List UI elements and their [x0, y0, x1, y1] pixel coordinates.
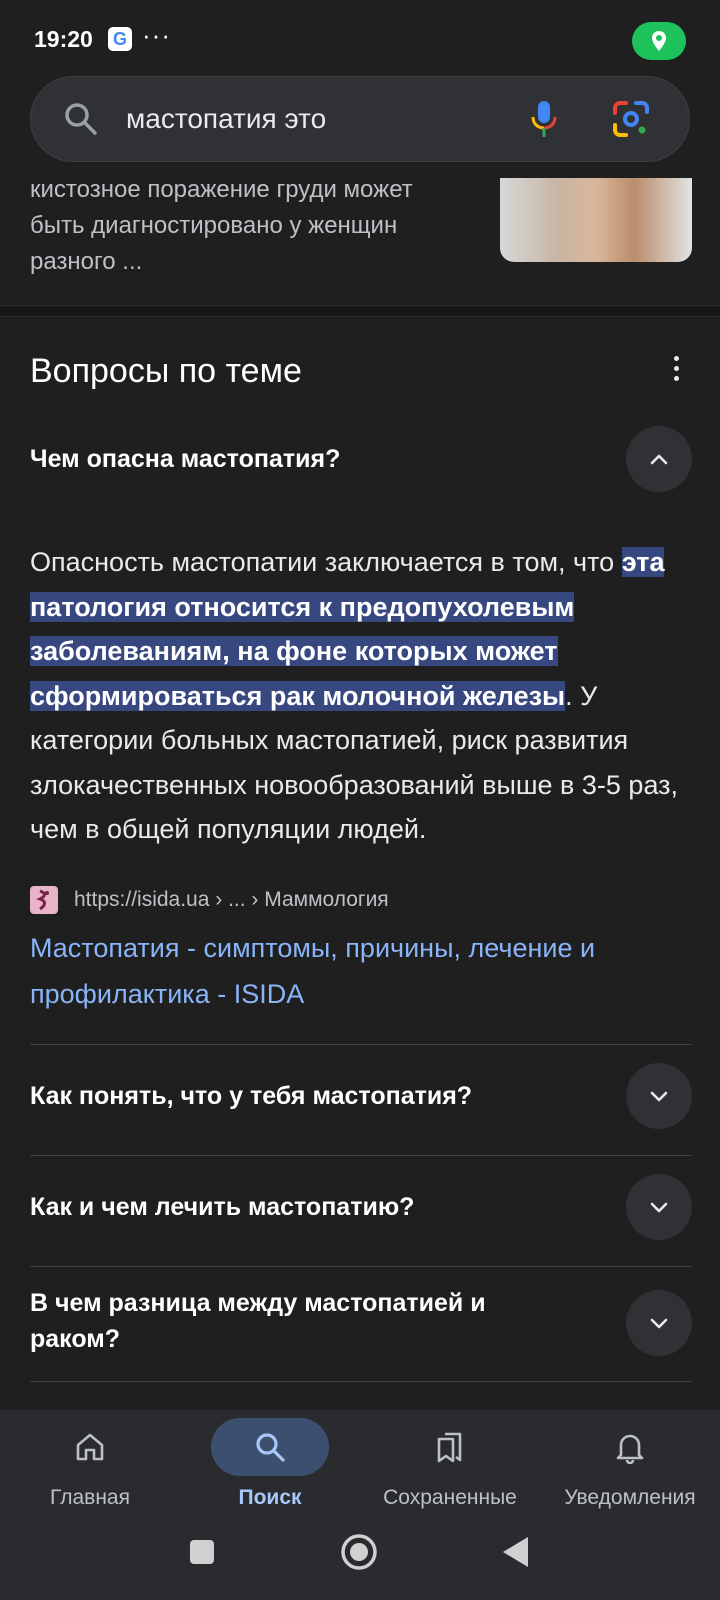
nav-item-notifications[interactable]: Уведомления: [540, 1410, 720, 1520]
question-divider: [30, 1044, 692, 1045]
source-url[interactable]: https://isida.ua › ... › Маммология: [74, 888, 389, 912]
home-icon: [31, 1418, 149, 1476]
question-row[interactable]: Как и чем лечить мастопатию?: [30, 1174, 692, 1240]
search-query[interactable]: мастопатия это: [126, 103, 326, 135]
chevron-up-icon[interactable]: [626, 426, 692, 492]
more-options-icon[interactable]: [672, 356, 680, 381]
voice-search-icon[interactable]: [529, 99, 559, 146]
question-row[interactable]: Как понять, что у тебя мастопатия?: [30, 1063, 692, 1129]
nav-item-home[interactable]: Главная: [0, 1410, 180, 1520]
expanded-answer: Опасность мастопатии заключается в том, …: [30, 540, 700, 852]
answer-source[interactable]: https://isida.ua › ... › Маммология: [30, 885, 389, 915]
system-navigation: [0, 1520, 720, 1600]
section-divider: [0, 305, 720, 317]
status-time: 19:20: [34, 26, 93, 52]
nav-item-search[interactable]: Поиск: [180, 1410, 360, 1520]
nav-label: Поиск: [238, 1486, 302, 1509]
question-text: Как понять, что у тебя мастопатия?: [30, 1082, 473, 1110]
back-button[interactable]: [500, 1535, 530, 1574]
notification-more-icon: ···: [142, 20, 171, 50]
location-indicator-icon: [632, 22, 686, 60]
bookmarks-icon: [391, 1418, 509, 1476]
google-app-icon: G: [108, 27, 132, 51]
bottom-navigation: Главная Поиск Сохраненные Уведомления: [0, 1410, 720, 1520]
question-divider: [30, 1155, 692, 1156]
home-button[interactable]: [340, 1533, 378, 1576]
question-text: В чем разница между мастопатией и раком?: [30, 1289, 486, 1353]
question-text: Чем опасна мастопатия?: [30, 445, 341, 473]
search-bar[interactable]: мастопатия это: [30, 76, 690, 162]
question-row[interactable]: В чем разница между мастопатией и раком?: [30, 1283, 692, 1363]
answer-text-before: Опасность мастопатии заключается в том, …: [30, 547, 622, 577]
recents-button[interactable]: [188, 1538, 216, 1571]
previous-result-snippet: кистозное поражение груди может быть диа…: [30, 176, 413, 275]
chevron-down-icon[interactable]: [626, 1063, 692, 1129]
nav-label: Уведомления: [564, 1486, 696, 1509]
result-link[interactable]: Мастопатия - симптомы, причины, лечение …: [30, 925, 690, 1017]
chevron-down-icon[interactable]: [626, 1174, 692, 1240]
isida-favicon-icon: [30, 886, 58, 914]
nav-label: Главная: [50, 1486, 130, 1509]
related-questions-title: Вопросы по теме: [30, 352, 302, 390]
question-text: Как и чем лечить мастопатию?: [30, 1193, 415, 1221]
bell-icon: [571, 1418, 689, 1476]
status-bar: 19:20 G ···: [0, 0, 720, 76]
search-icon: [61, 99, 101, 144]
question-divider: [30, 1266, 692, 1267]
previous-result-thumbnail[interactable]: [500, 178, 692, 262]
nav-item-saved[interactable]: Сохраненные: [360, 1410, 540, 1520]
question-row-expanded[interactable]: Чем опасна мастопатия?: [30, 426, 692, 492]
search-icon: [211, 1418, 329, 1476]
google-lens-icon[interactable]: [611, 99, 651, 144]
chevron-down-icon[interactable]: [626, 1290, 692, 1356]
question-divider: [30, 1381, 692, 1382]
nav-label: Сохраненные: [383, 1486, 517, 1509]
